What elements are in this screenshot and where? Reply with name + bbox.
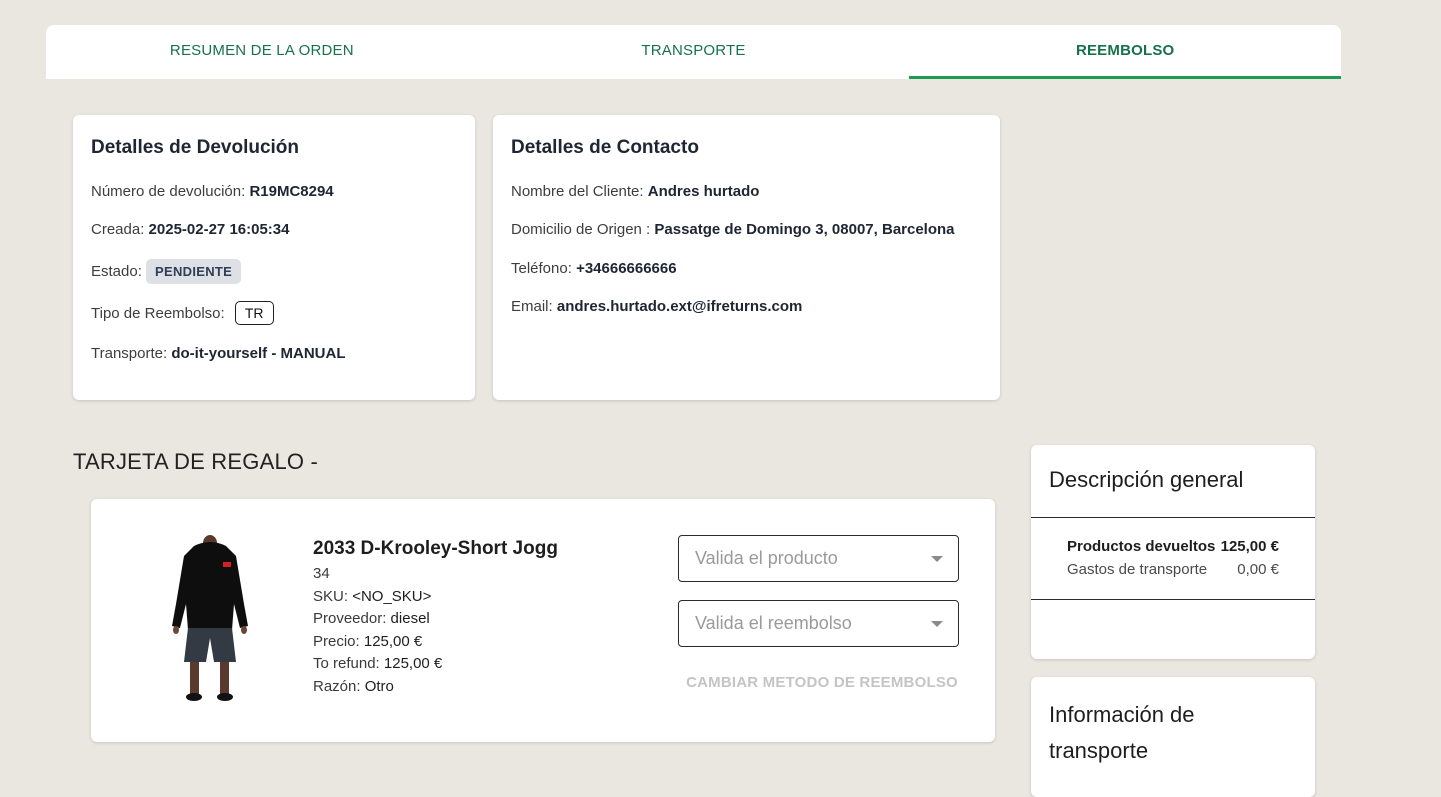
return-details-card: Detalles de Devolución Número de devoluc… bbox=[73, 115, 475, 400]
transport-info-title-line2: transporte bbox=[1049, 738, 1149, 763]
price-value: 125,00 € bbox=[363, 632, 423, 650]
sku-value: <NO_SKU> bbox=[352, 587, 432, 605]
summary-divider-bottom bbox=[1031, 599, 1315, 600]
refund-type-label: Tipo de Reembolso: bbox=[91, 305, 225, 322]
returned-products-label: Productos devueltos bbox=[1067, 538, 1216, 555]
product-sku-row: SKU: <NO_SKU> bbox=[313, 586, 558, 609]
email-label: Email: bbox=[511, 298, 553, 315]
validate-refund-select[interactable]: Valida el reembolso bbox=[678, 600, 959, 647]
tab-order-summary[interactable]: RESUMEN DE LA ORDEN bbox=[46, 25, 478, 79]
customer-name-row: Nombre del Cliente: Andres hurtado bbox=[511, 183, 759, 200]
product-reason-row: Razón: Otro bbox=[313, 676, 558, 699]
status-label: Estado: bbox=[91, 263, 142, 280]
reason-label: Razón: bbox=[313, 677, 361, 695]
change-refund-method-button[interactable]: CAMBIAR METODO DE REEMBOLSO bbox=[678, 674, 966, 691]
created-row: Creada: 2025-02-27 16:05:34 bbox=[91, 221, 290, 238]
transport-info-title: Información de transporte bbox=[1049, 697, 1195, 769]
refund-type-badge: TR bbox=[234, 301, 274, 325]
product-size: 34 bbox=[313, 565, 330, 582]
transport-row: Transporte: do-it-yourself - MANUAL bbox=[91, 345, 345, 362]
status-row: Estado: PENDIENTE bbox=[91, 259, 242, 284]
return-number-label: Número de devolución: bbox=[91, 183, 246, 200]
product-refund-row: To refund: 125,00 € bbox=[313, 653, 558, 676]
provider-value: diesel bbox=[390, 610, 430, 627]
chevron-down-icon bbox=[931, 621, 943, 627]
phone-row: Teléfono: +34666666666 bbox=[511, 260, 677, 277]
transport-label: Transporte: bbox=[91, 345, 168, 362]
reason-value: Otro bbox=[364, 677, 394, 695]
customer-name-value: Andres hurtado bbox=[647, 183, 760, 200]
to-refund-label: To refund: bbox=[313, 655, 380, 672]
tab-transport[interactable]: TRANSPORTE bbox=[478, 25, 910, 79]
summary-card: Descripción general Productos devueltos … bbox=[1031, 445, 1315, 659]
product-info: 2033 D-Krooley-Short Jogg 34 SKU: <NO_SK… bbox=[313, 536, 558, 698]
transport-info-title-line1: Información de bbox=[1049, 702, 1195, 727]
tab-refund[interactable]: REEMBOLSO bbox=[909, 25, 1342, 79]
product-image bbox=[172, 535, 248, 701]
shipping-costs-label: Gastos de transporte bbox=[1067, 561, 1208, 578]
transport-value: do-it-yourself - MANUAL bbox=[171, 345, 346, 362]
summary-title: Descripción general bbox=[1049, 467, 1244, 492]
tab-bar: RESUMEN DE LA ORDEN TRANSPORTE REEMBOLSO bbox=[46, 25, 1342, 79]
product-provider-row: Proveedor: diesel bbox=[313, 608, 558, 631]
product-name: 2033 D-Krooley-Short Jogg bbox=[313, 538, 558, 559]
transport-info-card: Información de transporte bbox=[1031, 677, 1315, 797]
origin-address-value: Passatge de Domingo 3, 08007, Barcelona bbox=[654, 221, 955, 238]
sku-label: SKU: bbox=[313, 587, 349, 605]
phone-value: +34666666666 bbox=[576, 260, 677, 277]
product-price-row: Precio: 125,00 € bbox=[313, 631, 558, 654]
status-badge: PENDIENTE bbox=[146, 259, 242, 284]
return-details-title: Detalles de Devolución bbox=[91, 137, 300, 158]
email-value: andres.hurtado.ext@ifreturns.com bbox=[556, 298, 803, 315]
contact-details-title: Detalles de Contacto bbox=[511, 137, 699, 158]
shipping-costs-value: 0,00 € bbox=[1237, 561, 1279, 578]
to-refund-value: 125,00 € bbox=[383, 655, 443, 672]
created-label: Creada: bbox=[91, 221, 145, 238]
chevron-down-icon bbox=[931, 556, 943, 562]
provider-label: Proveedor: bbox=[313, 610, 387, 627]
created-value: 2025-02-27 16:05:34 bbox=[148, 221, 290, 238]
contact-details-card: Detalles de Contacto Nombre del Cliente:… bbox=[493, 115, 1000, 400]
return-number-row: Número de devolución: R19MC8294 bbox=[91, 183, 334, 200]
origin-address-row: Domicilio de Origen : Passatge de Doming… bbox=[511, 221, 955, 238]
validate-product-placeholder: Valida el producto bbox=[695, 548, 838, 568]
origin-address-label: Domicilio de Origen : bbox=[511, 221, 651, 238]
validate-product-select[interactable]: Valida el producto bbox=[678, 535, 959, 582]
phone-label: Teléfono: bbox=[511, 260, 572, 277]
section-title: TARJETA DE REGALO - bbox=[73, 449, 319, 474]
return-number-value: R19MC8294 bbox=[249, 183, 334, 200]
price-label: Precio: bbox=[313, 632, 360, 650]
refund-type-row: Tipo de Reembolso: TR bbox=[91, 301, 274, 325]
validate-refund-placeholder: Valida el reembolso bbox=[695, 613, 852, 633]
returned-products-value: 125,00 € bbox=[1220, 538, 1279, 555]
email-row: Email: andres.hurtado.ext@ifreturns.com bbox=[511, 298, 802, 315]
customer-name-label: Nombre del Cliente: bbox=[511, 183, 644, 200]
summary-divider-top bbox=[1031, 517, 1315, 518]
